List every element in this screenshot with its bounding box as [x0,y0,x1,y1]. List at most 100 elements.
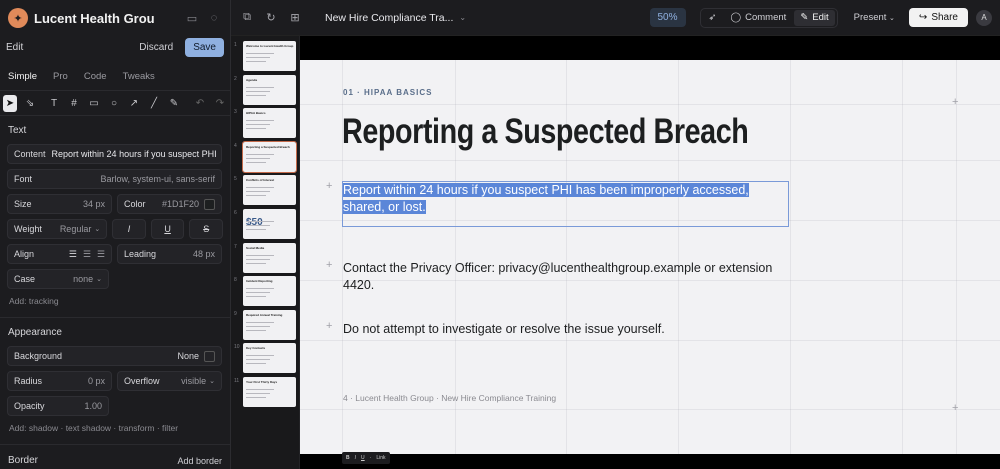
opacity-label: Opacity [14,401,45,411]
align-left-icon[interactable]: ☰ [69,249,77,260]
bullet-text[interactable]: Do not attempt to investigate or resolve… [343,321,783,338]
comment-mode-button[interactable]: ◯ Comment [724,10,792,26]
size-field[interactable]: Size 34 px [7,194,112,214]
chat-icon[interactable]: ◌ [206,10,222,26]
leading-label: Leading [124,249,157,259]
text-format-toolbar: B I U · Link [342,452,390,464]
add-tracking-link[interactable]: Add: tracking [0,296,230,308]
grid-tool-icon[interactable]: # [67,95,81,112]
slide-thumbnail[interactable]: Agenda [243,74,296,105]
italic-button[interactable]: I [355,455,356,461]
pen-tool-icon[interactable]: ✎ [167,95,181,112]
leading-field[interactable]: Leading 48 px [117,244,222,264]
plus-icon[interactable]: + [952,402,958,414]
slide-footer[interactable]: 4 · Lucent Health Group · New Hire Compl… [343,393,556,403]
ellipse-tool-icon[interactable]: ○ [107,95,121,112]
underline-button[interactable]: U [361,455,365,461]
slide-thumbnail[interactable]: Welcome to Lucent Health Group [243,41,296,71]
slide-thumbnail[interactable]: Required Annual Training [243,309,296,340]
sidebar-toggle-icon[interactable]: ▭ [184,10,200,26]
slide-thumbnail[interactable]: Key Contacts [243,343,296,374]
overflow-select[interactable]: Overflow visible ⌄ [117,371,222,391]
plus-icon[interactable]: + [326,259,332,271]
edit-mode-button[interactable]: ✎ Edit [794,9,835,26]
case-select[interactable]: Case none ⌄ [7,269,109,289]
undo-icon[interactable]: ↶ [193,95,207,112]
background-field[interactable]: Background None [7,346,222,366]
slide-thumbnail[interactable]: Conflicts of Interest [243,175,296,206]
slide-thumbnail[interactable]: HIPAA Basics [243,108,296,139]
radius-field[interactable]: Radius 0 px [7,371,112,391]
project-title[interactable]: Lucent Health Group trai... [34,11,154,26]
refresh-icon[interactable]: ↻ [261,8,281,28]
slide-thumbnail[interactable]: Incident Reporting [243,276,296,307]
share-label: Share [931,12,958,23]
window-icon[interactable]: ⧉ [237,8,257,28]
slide[interactable]: + + + + + 01 · HIPAA BASICS Reporting a … [300,60,1000,454]
thumbnail-line [246,195,266,197]
thumbnail-line [246,262,266,264]
document-title[interactable]: New Hire Compliance Tra... [325,12,453,24]
tab-simple[interactable]: Simple [8,71,37,82]
plus-icon[interactable]: + [326,320,332,332]
slide-thumbnail[interactable]: $50 [243,209,296,239]
chevron-down-icon: ⌄ [889,15,895,22]
thumbnail-line [246,359,270,361]
line-tool-icon[interactable]: ╱ [147,95,161,112]
thumbnail-line [246,296,266,298]
chevron-down-icon[interactable]: ⌄ [459,13,466,22]
pointer-mode-button[interactable]: ➶ [703,10,723,26]
plus-icon[interactable]: + [326,180,332,192]
slide-kicker[interactable]: 01 · HIPAA BASICS [343,88,432,97]
slide-title[interactable]: Reporting a Suspected Breach [342,112,749,152]
background-swatch[interactable] [204,350,215,362]
underline-button[interactable]: U [150,219,185,239]
redo-icon[interactable]: ↷ [213,95,227,112]
text-section-title: Text [8,125,27,136]
avatar[interactable]: A [976,9,992,26]
bold-button[interactable]: B [346,455,350,461]
cursor-icon: ➶ [708,12,717,23]
italic-button[interactable]: I [112,219,146,239]
rectangle-tool-icon[interactable]: ▭ [87,95,101,112]
select-tool-icon[interactable]: ➤ [3,94,17,112]
slide-thumbnail[interactable]: Reporting a Suspected Breach [242,140,297,173]
slide-thumbnail[interactable]: Social Media [243,242,296,273]
add-effects-link[interactable]: Add: shadow · text shadow · transform · … [0,423,230,435]
arrow-tool-icon[interactable]: ↗ [127,95,141,112]
link-button[interactable]: Link [376,455,385,461]
palette-logo-icon[interactable]: ✦ [8,8,28,28]
save-button[interactable]: Save [185,37,224,57]
content-field[interactable]: Content Report within 24 hours if you su… [7,144,222,164]
plus-icon[interactable]: + [952,96,958,108]
opacity-field[interactable]: Opacity 1.00 [7,396,109,416]
present-label: Present [853,12,887,23]
tab-pro[interactable]: Pro [53,71,68,82]
layout-icon[interactable]: ⊞ [285,8,305,28]
strikethrough-button[interactable]: S [189,219,223,239]
strike-label: S [203,224,210,234]
align-right-icon[interactable]: ☰ [97,249,105,260]
discard-button[interactable]: Discard [139,42,173,53]
add-border-button[interactable]: Add border [177,456,222,466]
weight-select[interactable]: Weight Regular ⌄ [7,219,108,239]
text-tool-icon[interactable]: T [47,95,61,112]
zoom-level[interactable]: 50% [649,8,686,27]
tab-tweaks[interactable]: Tweaks [123,71,155,82]
slide-thumbnail[interactable]: Your First Thirty Days [243,377,296,407]
share-button[interactable]: ↪ Share [908,8,968,27]
thumbnail-line [246,225,270,226]
align-center-icon[interactable]: ☰ [83,249,91,260]
thumbnail-line [246,157,270,159]
chevron-down-icon: ⌄ [209,378,215,385]
color-field[interactable]: Color #1D1F20 [117,194,222,214]
present-button[interactable]: Present ⌄ [854,12,895,23]
tab-code[interactable]: Code [84,71,107,82]
thumbnail-number: 9 [234,310,237,317]
bullet-text[interactable]: Contact the Privacy Officer: privacy@luc… [343,260,783,294]
font-field[interactable]: Font Barlow, system-ui, sans-serif [7,169,222,189]
direct-select-tool-icon[interactable]: ⇘ [23,95,37,112]
color-swatch[interactable] [204,198,215,210]
color-label: Color [124,199,146,209]
bullet-text[interactable]: Report within 24 hours if you suspect PH… [343,182,783,216]
